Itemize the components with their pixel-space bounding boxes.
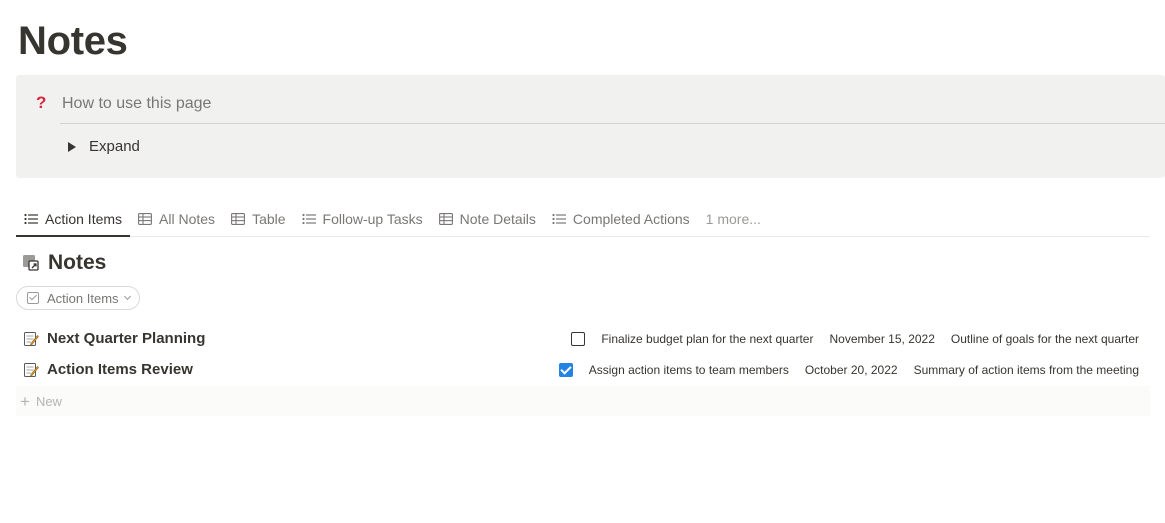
expand-toggle[interactable]: Expand bbox=[68, 136, 140, 158]
row-title: Next Quarter Planning bbox=[47, 330, 206, 347]
tabs-more-button[interactable]: 1 more... bbox=[698, 201, 769, 236]
tab-label: All Notes bbox=[159, 210, 216, 227]
action-text: Assign action items to team members bbox=[588, 362, 789, 377]
row-properties: Assign action items to team members Octo… bbox=[558, 362, 1150, 377]
tab-label: Action Items bbox=[45, 210, 123, 227]
new-item-label: New bbox=[35, 393, 62, 409]
plus-icon: + bbox=[20, 391, 30, 411]
tab-table[interactable]: Table bbox=[223, 201, 293, 236]
list-item[interactable]: Action Items Review Assign action items … bbox=[16, 354, 1150, 385]
list-icon bbox=[552, 213, 566, 225]
view-tabs: Action Items All Notes Table Follow-up T… bbox=[16, 201, 1150, 237]
chevron-down-icon bbox=[123, 292, 131, 301]
tab-label: Table bbox=[252, 210, 286, 227]
summary-text: Summary of action items from the meeting bbox=[913, 362, 1139, 377]
question-mark-icon: ? bbox=[36, 93, 47, 112]
triangle-right-icon bbox=[68, 142, 76, 152]
new-item-button[interactable]: + New bbox=[16, 386, 1150, 416]
table-icon bbox=[231, 212, 246, 225]
memo-icon bbox=[23, 331, 39, 347]
table-icon bbox=[438, 212, 453, 225]
filter-label: Action Items bbox=[47, 290, 119, 306]
action-checkbox[interactable] bbox=[558, 362, 573, 377]
date-value: October 20, 2022 bbox=[804, 362, 898, 377]
tab-label: Note Details bbox=[459, 210, 536, 227]
summary-text: Outline of goals for the next quarter bbox=[950, 331, 1139, 346]
memo-icon bbox=[23, 362, 39, 378]
database-title-text: Notes bbox=[48, 251, 107, 274]
expand-toggle-label: Expand bbox=[89, 138, 140, 155]
row-properties: Finalize budget plan for the next quarte… bbox=[571, 331, 1150, 346]
list-icon bbox=[301, 213, 316, 225]
checkbox-icon bbox=[27, 292, 39, 304]
tab-all-notes[interactable]: All Notes bbox=[130, 201, 223, 236]
callout-divider bbox=[60, 123, 1165, 124]
callout-heading: How to use this page bbox=[62, 95, 212, 112]
page-title: Notes bbox=[18, 19, 128, 63]
action-text: Finalize budget plan for the next quarte… bbox=[601, 331, 814, 346]
tab-label: Completed Actions bbox=[572, 210, 690, 227]
table-icon bbox=[138, 212, 152, 225]
tab-follow-up-tasks[interactable]: Follow-up Tasks bbox=[294, 201, 431, 236]
linked-database-icon bbox=[22, 252, 42, 274]
list-item[interactable]: Next Quarter Planning Finalize budget pl… bbox=[16, 323, 1150, 354]
database-title[interactable]: Notes bbox=[22, 249, 106, 277]
tab-completed-actions[interactable]: Completed Actions bbox=[544, 201, 698, 236]
tab-note-details[interactable]: Note Details bbox=[431, 201, 544, 236]
callout: ? How to use this page Expand bbox=[16, 75, 1165, 178]
action-checkbox[interactable] bbox=[571, 331, 586, 346]
tab-label: Follow-up Tasks bbox=[322, 210, 423, 227]
list-icon bbox=[24, 213, 38, 225]
date-value: November 15, 2022 bbox=[829, 331, 935, 346]
row-title: Action Items Review bbox=[47, 361, 193, 378]
action-items-filter[interactable]: Action Items bbox=[16, 286, 140, 310]
tab-action-items[interactable]: Action Items bbox=[16, 201, 131, 237]
